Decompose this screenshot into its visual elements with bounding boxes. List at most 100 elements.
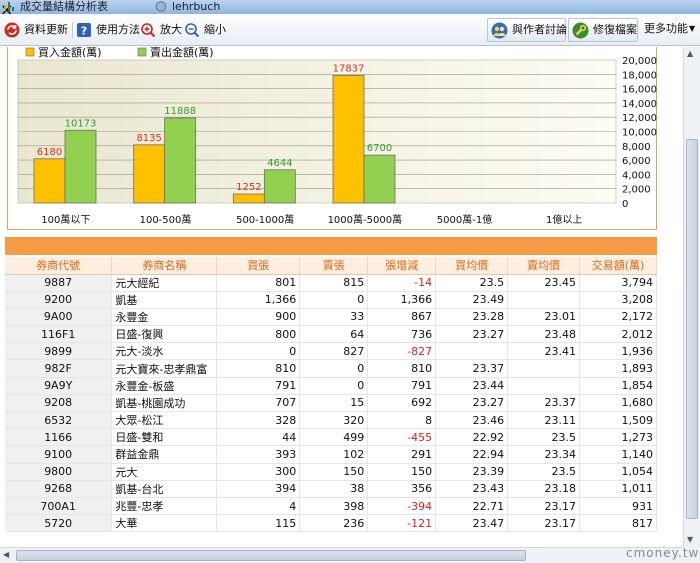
cell-avg-buy: 23.43 xyxy=(435,480,509,498)
col-header-avg-buy[interactable]: 買均價 xyxy=(435,257,509,275)
help-button[interactable]: ? 使用方法 xyxy=(76,21,140,39)
y-tick-label: 12,000 xyxy=(622,113,657,124)
cell-avg-buy: 23.5 xyxy=(435,274,509,292)
cell-turnover: 2,172 xyxy=(579,308,657,327)
cell-sell-lots: 398 xyxy=(299,497,369,516)
legend-swatch xyxy=(25,47,35,57)
cell-sell-lots: 64 xyxy=(299,325,369,344)
table-row[interactable]: 9200 凱基 1,366 0 1,366 23.49 3,208 xyxy=(5,291,657,309)
cell-turnover: 2,012 xyxy=(579,325,657,344)
table-row[interactable]: 9A9Y 永豐金-板盛 791 0 791 23.44 1,854 xyxy=(5,377,657,395)
cell-net-lots: -455 xyxy=(367,428,437,447)
cell-avg-sell xyxy=(507,377,581,395)
refresh-button[interactable]: 資料更新 xyxy=(4,21,74,39)
tab-lehrbuch[interactable]: lehrbuch xyxy=(152,0,332,14)
scroll-up-icon[interactable]: ▲ xyxy=(687,49,693,58)
y-tick-label: 10,000 xyxy=(622,128,657,139)
more-label: 更多功能 xyxy=(644,22,688,35)
zoom-out-button[interactable]: 縮小 xyxy=(184,21,226,39)
col-header-broker-name[interactable]: 券商名稱 xyxy=(111,257,218,275)
table-row[interactable]: 9208 凱基-桃園成功 707 15 692 23.27 23.37 1,680 xyxy=(5,394,657,413)
table-row[interactable]: 9100 群益金鼎 393 102 291 22.94 23.34 1,140 xyxy=(5,445,657,464)
cell-broker-name: 凱基-桃園成功 xyxy=(111,394,218,413)
cell-buy-lots: 707 xyxy=(216,394,301,413)
cell-avg-buy: 23.27 xyxy=(435,394,509,413)
discuss-label: 與作者討論 xyxy=(512,23,567,36)
cell-net-lots: 8 xyxy=(367,411,437,430)
table-row[interactable]: 1166 日盛-雙和 44 499 -455 22.92 23.5 1,273 xyxy=(5,428,657,447)
table-row[interactable]: 9899 元大-淡水 0 827 -827 23.41 1,936 xyxy=(5,342,657,361)
table-row[interactable]: 5720 大華 115 236 -121 23.47 23.17 817 xyxy=(5,514,657,533)
cell-buy-lots: 328 xyxy=(216,411,301,430)
bar-sell xyxy=(363,154,396,204)
cell-avg-sell: 23.34 xyxy=(507,445,581,464)
cell-broker-name: 大眾-松江 xyxy=(111,411,218,430)
table-row[interactable]: 700A1 兆豐-忠孝 4 398 -394 22.71 23.17 931 xyxy=(5,497,657,516)
table-body: 9887 元大經紀 801 815 -14 23.5 23.45 3,794 9200 凱基 1,3… xyxy=(5,274,657,533)
table-row[interactable]: 116F1 日盛-復興 800 64 736 23.27 23.48 2,012 xyxy=(5,325,657,344)
cell-broker-name: 元大-淡水 xyxy=(111,342,218,361)
repair-file-button[interactable]: 修復檔案 xyxy=(568,18,638,42)
svg-text:?: ? xyxy=(81,25,87,38)
cell-avg-sell xyxy=(507,359,581,378)
col-header-sell-lots[interactable]: 賣張 xyxy=(299,257,369,275)
cell-sell-lots: 236 xyxy=(299,514,369,533)
broker-table: 券商代號 券商名稱 買張 賣張 張增減 買均價 賣均價 交易額(萬) 9887 元… xyxy=(5,257,657,533)
cell-broker-code: 6532 xyxy=(5,411,113,430)
more-functions-menu[interactable]: 更多功能 ▼ xyxy=(641,18,697,42)
vertical-scroll-thumb[interactable] xyxy=(686,139,698,519)
table-row[interactable]: 9A00 永豐金 900 33 867 23.28 23.01 2,172 xyxy=(5,308,657,327)
cell-turnover: 3,794 xyxy=(579,274,657,292)
cell-net-lots: -394 xyxy=(367,497,437,516)
cell-net-lots: 692 xyxy=(367,394,437,413)
cell-broker-name: 大華 xyxy=(111,514,218,533)
cell-net-lots: 791 xyxy=(367,377,437,395)
table-row[interactable]: 9800 元大 300 150 150 23.39 23.5 1,054 xyxy=(5,463,657,481)
table-row[interactable]: 9268 凱基-台北 394 38 356 23.43 23.18 1,011 xyxy=(5,480,657,498)
bar-value-label: 6700 xyxy=(367,143,392,154)
cell-buy-lots: 801 xyxy=(216,274,301,292)
scroll-down-icon[interactable]: ▼ xyxy=(687,535,693,544)
cell-turnover: 1,509 xyxy=(579,411,657,430)
cell-avg-buy: 23.49 xyxy=(435,291,509,309)
cell-avg-buy: 23.44 xyxy=(435,377,509,395)
zoom-in-button[interactable]: 放大 xyxy=(140,21,182,39)
col-header-broker-code[interactable]: 券商代號 xyxy=(5,257,113,275)
cell-broker-code: 700A1 xyxy=(5,497,113,516)
col-header-buy-lots[interactable]: 買張 xyxy=(216,257,301,275)
users-icon xyxy=(491,22,508,39)
chevron-down-icon: ▼ xyxy=(689,24,696,33)
cell-net-lots: -14 xyxy=(367,274,437,292)
col-header-turnover[interactable]: 交易額(萬) xyxy=(579,257,657,275)
cell-sell-lots: 38 xyxy=(299,480,369,498)
zoom-in-icon xyxy=(141,23,156,38)
cell-broker-name: 凱基-台北 xyxy=(111,480,218,498)
cell-net-lots: 356 xyxy=(367,480,437,498)
cell-turnover: 1,273 xyxy=(579,428,657,447)
horizontal-scrollbar[interactable]: ◀ xyxy=(0,547,683,563)
x-tick-label: 1000萬-5000萬 xyxy=(328,213,403,226)
col-header-net-lots[interactable]: 張增減 xyxy=(367,257,437,275)
cell-avg-buy: 22.94 xyxy=(435,445,509,464)
cell-avg-sell: 23.18 xyxy=(507,480,581,498)
table-row[interactable]: 982F 元大寶來-忠孝鼎富 810 0 810 23.37 1,893 xyxy=(5,359,657,378)
help-icon: ? xyxy=(77,23,91,38)
scroll-left-icon[interactable]: ◀ xyxy=(3,550,9,559)
y-axis-tick-labels: 20,000 18,000 16,000 14,000 12,000 10,000 8,00… xyxy=(622,56,657,210)
table-row[interactable]: 9887 元大經紀 801 815 -14 23.5 23.45 3,794 xyxy=(5,274,657,292)
cell-buy-lots: 810 xyxy=(216,359,301,378)
vertical-scrollbar[interactable]: ▲ ▼ xyxy=(683,47,700,547)
horizontal-scroll-thumb[interactable] xyxy=(16,550,526,561)
table-row[interactable]: 6532 大眾-松江 328 320 8 23.46 23.11 1,509 xyxy=(5,411,657,430)
cell-broker-code: 9899 xyxy=(5,342,113,361)
discuss-with-author-button[interactable]: 與作者討論 xyxy=(487,18,567,42)
cell-avg-sell xyxy=(507,291,581,309)
globe-icon xyxy=(155,1,167,12)
section-divider-bar xyxy=(5,237,657,255)
col-header-avg-sell[interactable]: 賣均價 xyxy=(507,257,581,275)
main-content: 6180 10173 8135 11888 1252 4644 17837 6700 20,0… xyxy=(0,47,683,547)
cell-net-lots: 736 xyxy=(367,325,437,344)
cell-avg-sell: 23.11 xyxy=(507,411,581,430)
cell-avg-buy: 23.27 xyxy=(435,325,509,344)
cell-broker-code: 9100 xyxy=(5,445,113,464)
